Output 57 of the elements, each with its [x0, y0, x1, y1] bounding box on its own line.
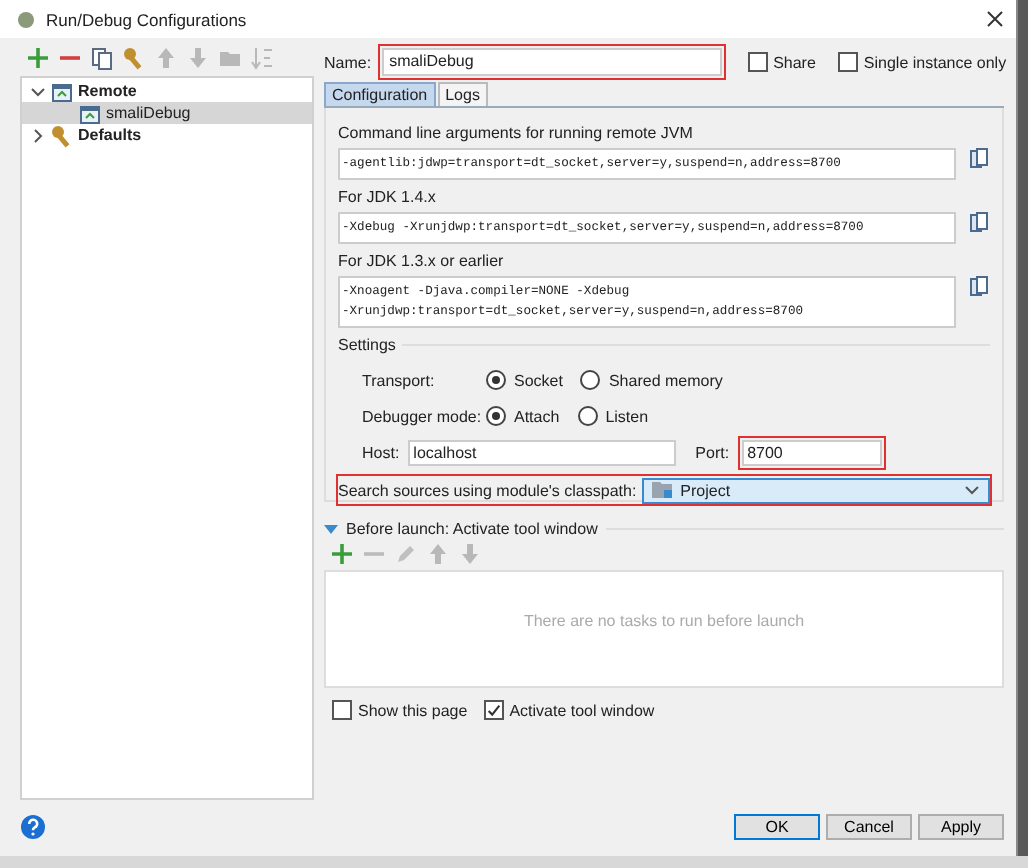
folder-icon	[652, 480, 675, 500]
window-icon	[78, 101, 102, 125]
host-field[interactable]: localhost	[407, 439, 676, 465]
radio-label: Attach	[514, 407, 560, 425]
radio-label: Socket	[514, 371, 563, 389]
tab[interactable]: Configuration	[324, 82, 436, 106]
plus-icon[interactable]	[330, 542, 354, 566]
chevron-right-icon[interactable]	[30, 127, 46, 143]
module-dropdown[interactable]: Project	[642, 477, 990, 503]
checkbox[interactable]	[332, 700, 352, 720]
help-icon[interactable]	[20, 813, 46, 839]
section-title[interactable]: Before launch: Activate tool window	[346, 520, 598, 538]
radio-label: Listen	[605, 407, 649, 425]
radio-label: Shared memory	[608, 371, 723, 389]
tree-item[interactable]: Remote	[22, 80, 312, 102]
name-label: Name:	[324, 53, 372, 71]
radio-button[interactable]	[580, 370, 601, 390]
chevron-down-icon[interactable]	[30, 83, 46, 99]
classpath-label: Search sources using module's classpath:	[338, 481, 637, 499]
empty-message: There are no tasks to run before launch	[523, 612, 805, 632]
radio-button[interactable]	[486, 406, 506, 426]
radio-button[interactable]	[486, 370, 506, 390]
window-icon	[50, 79, 74, 103]
close-icon[interactable]	[986, 10, 1004, 28]
checkbox-label: Show this page	[358, 701, 468, 719]
dialog-button[interactable]: OK	[734, 813, 820, 839]
dialog-button[interactable]: Apply	[918, 813, 1004, 839]
section-label: For JDK 1.3.x or earlier	[338, 252, 506, 270]
app-icon	[16, 9, 36, 29]
tab[interactable]: Logs	[437, 82, 488, 106]
tree-item[interactable]: Defaults	[22, 124, 312, 146]
chevron-down-icon	[964, 484, 980, 496]
field-label: Transport:	[362, 371, 437, 389]
checkbox[interactable]	[837, 52, 858, 72]
section-label: For JDK 1.4.x	[338, 188, 438, 206]
copy-icon[interactable]	[90, 45, 114, 69]
host-label: Host:	[362, 443, 400, 461]
copy-icon[interactable]	[968, 276, 990, 298]
port-label: Port:	[695, 443, 730, 461]
dialog-button[interactable]: Cancel	[826, 813, 912, 839]
checkbox[interactable]	[483, 700, 504, 720]
plus-icon[interactable]	[26, 45, 50, 69]
port-field[interactable]: 8700	[741, 439, 882, 465]
triangle-down-icon[interactable]	[324, 522, 338, 536]
tree-item[interactable]: smaliDebug	[22, 102, 312, 124]
checkbox-label: Single instance only	[863, 53, 1007, 71]
radio-button[interactable]	[577, 406, 598, 426]
name-field[interactable]: smaliDebug	[381, 48, 722, 76]
section-label: Command line arguments for running remote JVM	[338, 124, 695, 142]
checkbox[interactable]	[747, 52, 768, 72]
checkbox-label: Share	[773, 53, 816, 71]
group-title: Settings	[338, 336, 402, 354]
copy-icon[interactable]	[968, 212, 990, 234]
field-label: Debugger mode:	[362, 407, 484, 425]
copy-icon[interactable]	[968, 148, 990, 170]
window-title: Run/Debug Configurations	[46, 9, 247, 29]
checkbox-label: Activate tool window	[509, 701, 655, 719]
